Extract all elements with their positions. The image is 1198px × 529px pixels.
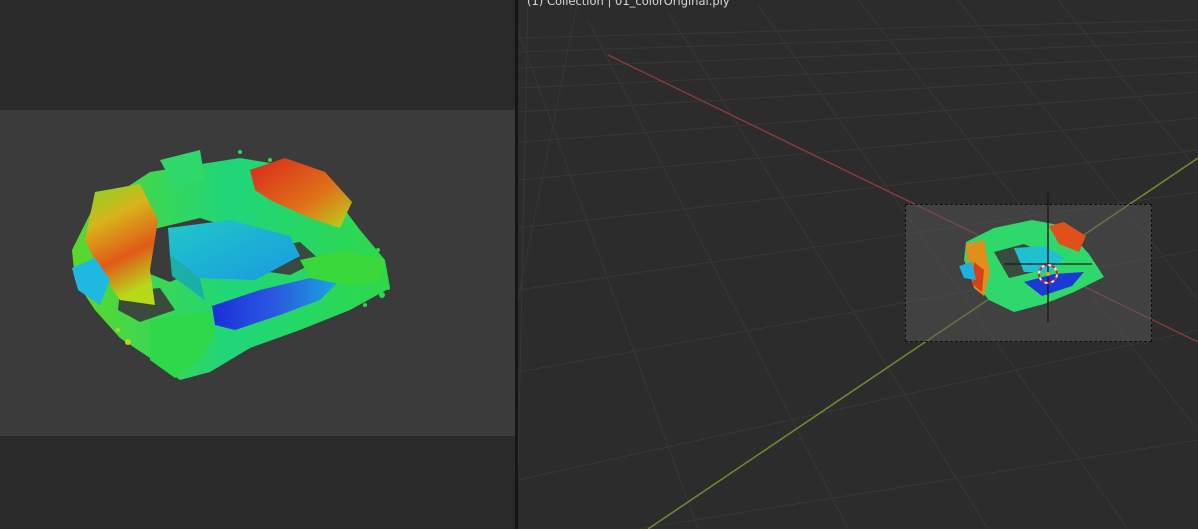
viewport-info-text: (1) Collection | 01_colorOriginal.ply: [527, 0, 730, 8]
rendered-point-cloud: [72, 150, 390, 380]
image-editor-panel[interactable]: [0, 0, 515, 529]
blender-window: (1) Collection | 01_colorOriginal.ply: [0, 0, 1198, 529]
object-origin-dot: [1046, 272, 1050, 276]
3d-viewport[interactable]: (1) Collection | 01_colorOriginal.ply: [518, 0, 1198, 529]
selected-point-cloud-object[interactable]: [954, 192, 1104, 332]
